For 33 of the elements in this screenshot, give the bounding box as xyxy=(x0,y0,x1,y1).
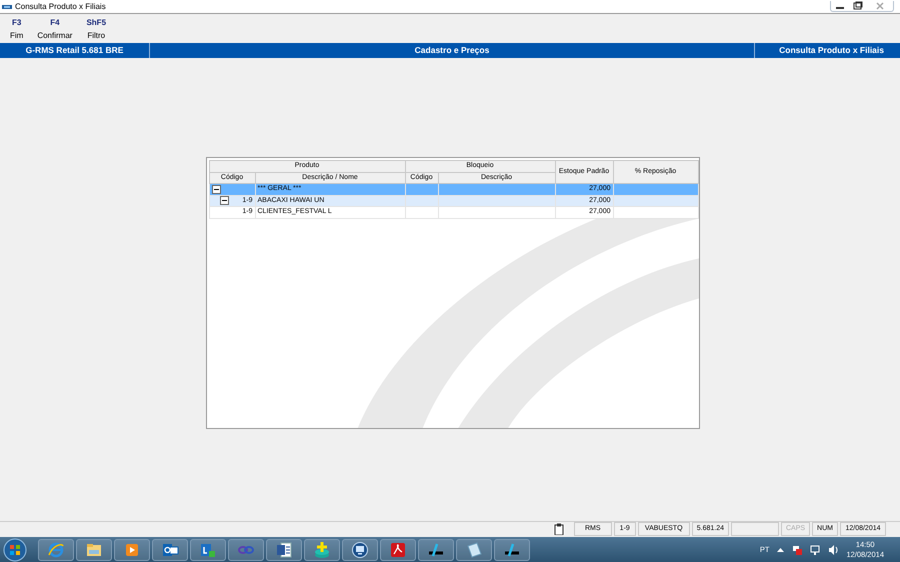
taskbar-button[interactable] xyxy=(418,538,454,560)
collapse-icon[interactable] xyxy=(220,196,228,206)
header-label: Consulta Produto x Filiais xyxy=(778,44,885,58)
taskbar-button[interactable] xyxy=(152,538,188,560)
app-logo-icon xyxy=(503,540,521,558)
taskbar-button[interactable] xyxy=(380,538,416,560)
notepad-icon xyxy=(465,540,483,558)
app-icon xyxy=(2,4,12,10)
speaker-icon[interactable] xyxy=(828,544,838,554)
header-label: Cadastro e Preços xyxy=(150,43,755,58)
taskbar-button[interactable] xyxy=(494,538,530,560)
taskbar-button[interactable] xyxy=(456,538,492,560)
clipboard-icon xyxy=(554,523,564,535)
function-key-button[interactable]: ShF5 Filtro xyxy=(82,16,110,42)
taskbar-button[interactable] xyxy=(76,538,112,560)
window-title: Consulta Produto x Filiais xyxy=(15,0,106,12)
network-icon[interactable] xyxy=(810,544,820,554)
taskbar-button[interactable] xyxy=(342,538,378,560)
collapse-icon[interactable] xyxy=(212,184,220,194)
taskbar-button[interactable] xyxy=(304,538,340,560)
flag-icon[interactable] xyxy=(792,544,802,554)
show-hidden-icons-icon[interactable] xyxy=(777,547,784,552)
plus-stack-icon xyxy=(313,540,331,558)
pdf-icon xyxy=(389,540,407,558)
taskbar-button[interactable] xyxy=(266,538,302,560)
header-label: G-RMS Retail 5.681 BRE xyxy=(0,43,150,58)
document-icon xyxy=(275,540,293,558)
start-button[interactable] xyxy=(2,538,28,562)
function-key-button[interactable]: F3 Fim xyxy=(6,16,28,42)
function-key-button[interactable]: F4 Confirmar xyxy=(33,16,76,42)
browser-icon xyxy=(47,540,65,558)
app-logo-icon xyxy=(427,540,445,558)
computer-icon xyxy=(351,540,369,558)
